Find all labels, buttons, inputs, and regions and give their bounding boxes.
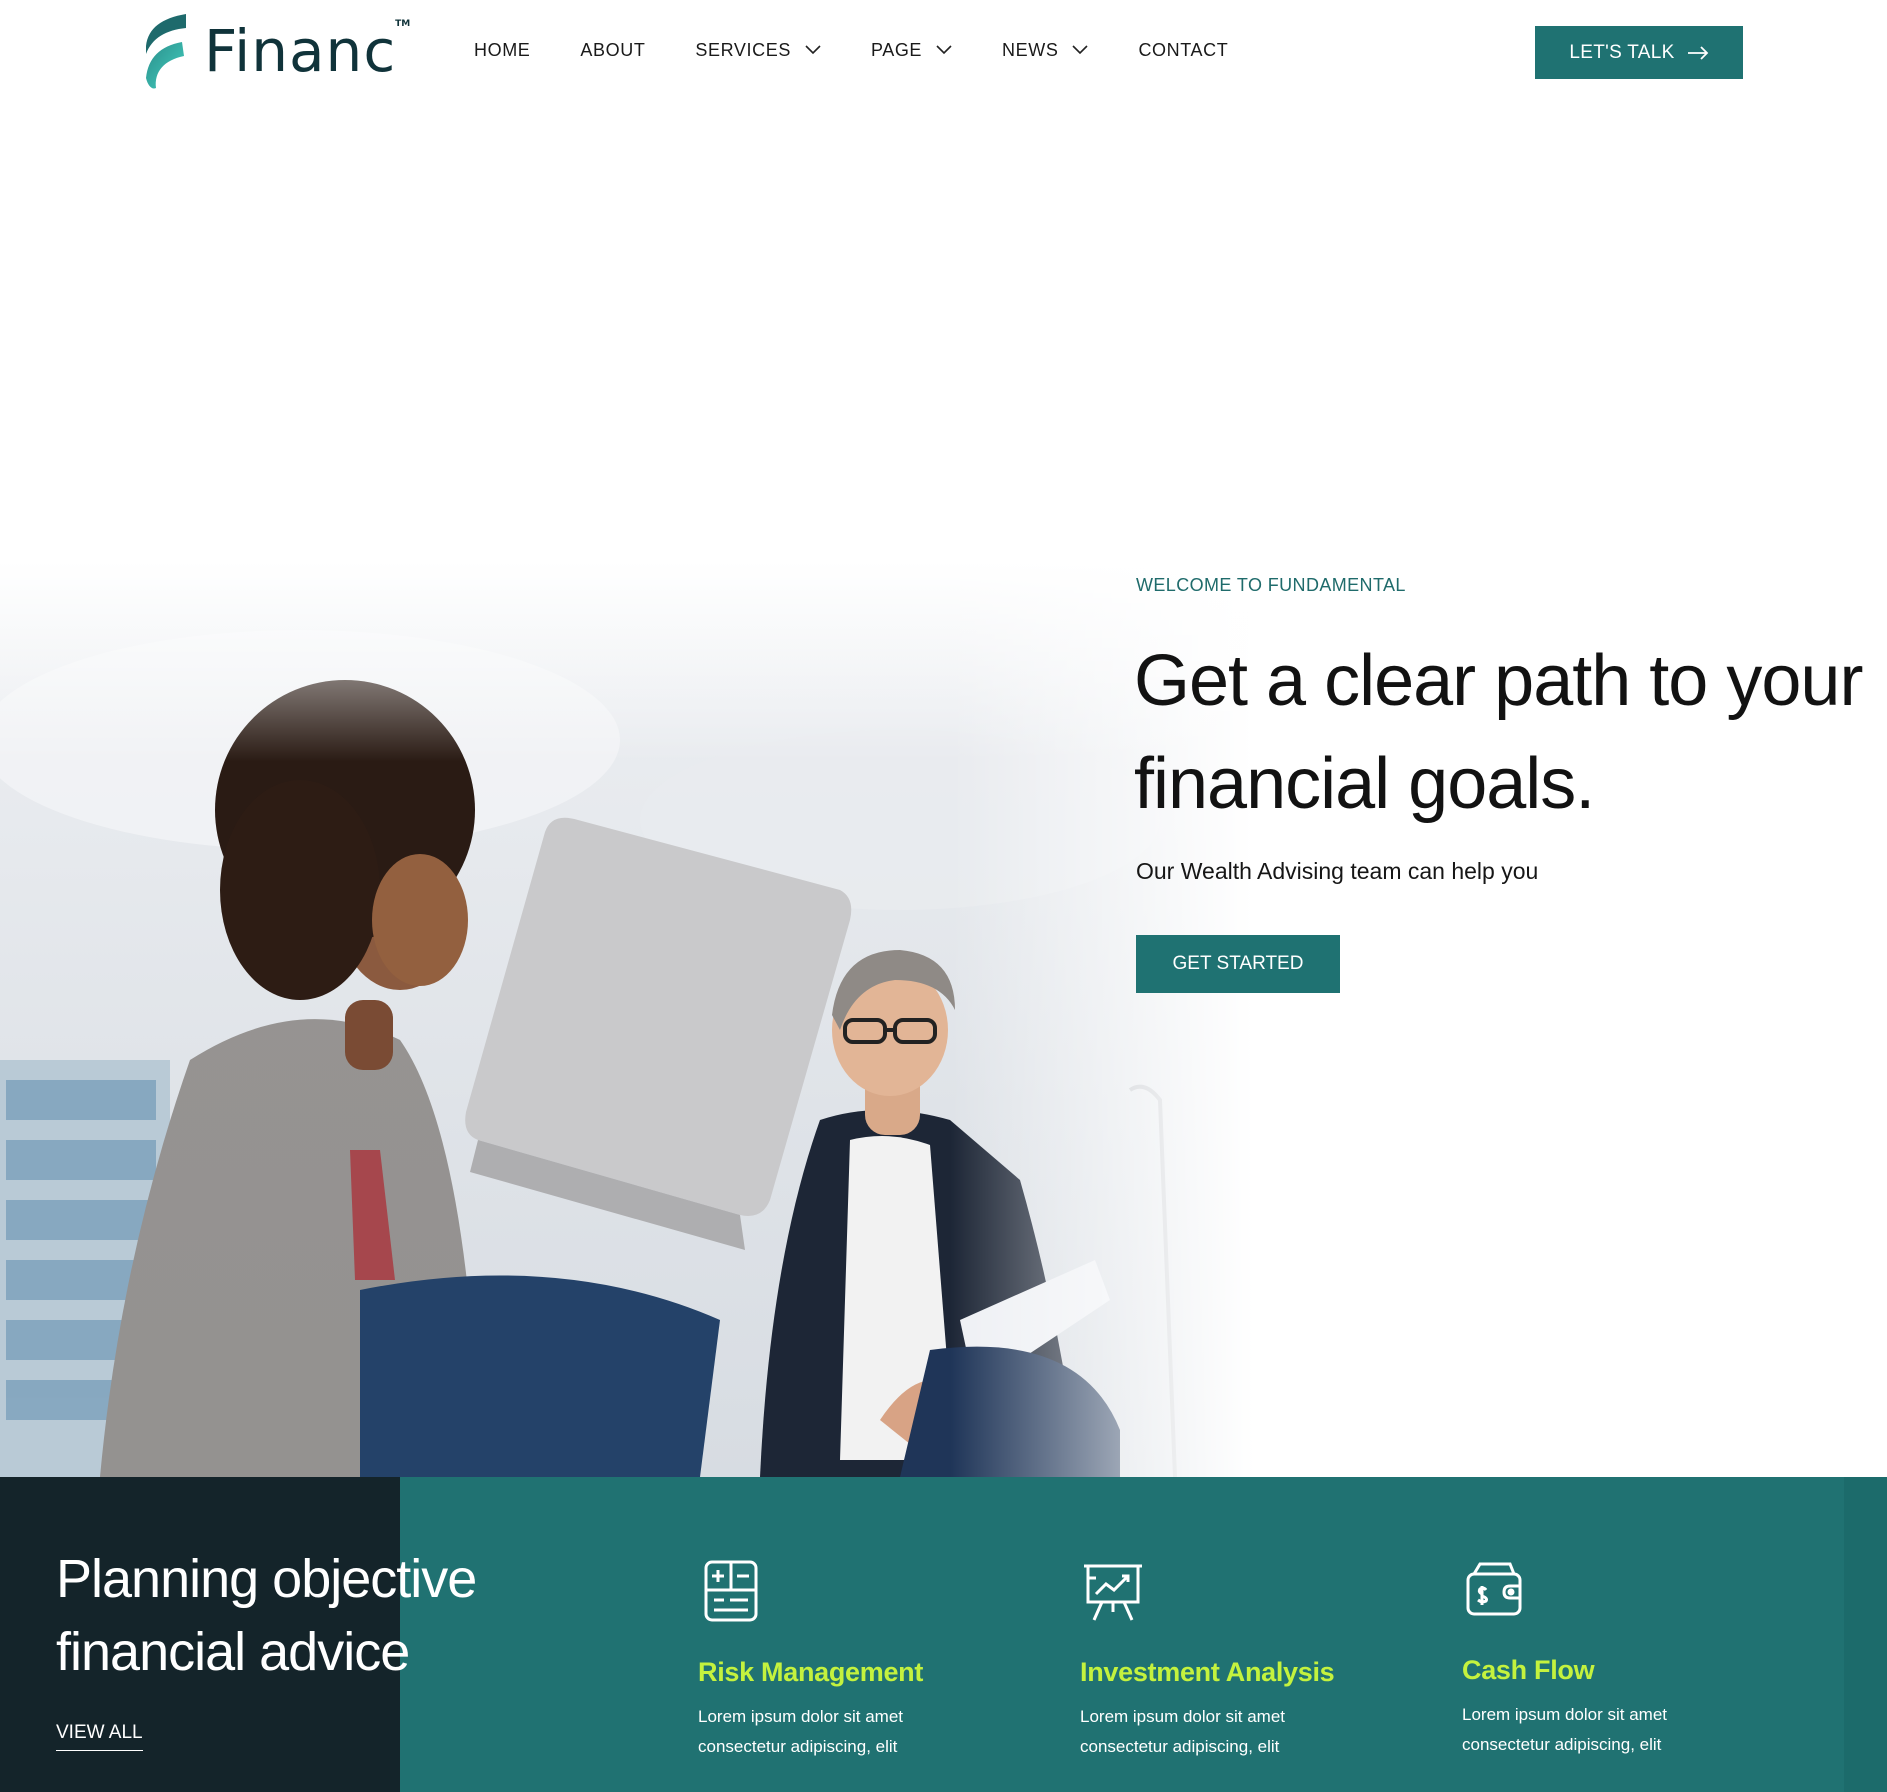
chevron-down-icon xyxy=(805,45,821,55)
hero-kicker: WELCOME TO FUNDAMENTAL xyxy=(1136,575,1406,595)
hero-title: Get a clear path to your financial goals… xyxy=(1134,641,1863,824)
service-title: Investment Analysis xyxy=(1080,1657,1335,1687)
lets-talk-label: LET'S TALK xyxy=(1569,41,1675,63)
service-card-investment-analysis[interactable]: Investment Analysis Lorem ipsum dolor si… xyxy=(1080,1560,1400,1762)
nav-item-label: PAGE xyxy=(870,39,923,60)
logo[interactable]: Financ TM xyxy=(142,12,410,90)
service-card-cash-flow[interactable]: Cash Flow Lorem ipsum dolor sit amet con… xyxy=(1462,1558,1782,1760)
view-all-link[interactable]: VIEW ALL xyxy=(56,1722,143,1751)
brand-name: Financ xyxy=(204,17,397,85)
nav-item-services[interactable]: SERVICES xyxy=(695,40,821,61)
calculator-list-icon xyxy=(704,1560,758,1622)
lets-talk-button[interactable]: LET'S TALK xyxy=(1535,26,1743,79)
nav-item-news[interactable]: NEWS xyxy=(1002,39,1089,61)
nav-item-about[interactable]: ABOUT xyxy=(580,40,645,61)
nav-item-label: SERVICES xyxy=(695,39,791,60)
nav-item-contact[interactable]: CONTACT xyxy=(1138,40,1228,61)
band-edge-panel xyxy=(1844,1477,1887,1792)
nav-item-label: CONTACT xyxy=(1138,39,1229,60)
get-started-button[interactable]: GET STARTED xyxy=(1136,935,1340,993)
site-header: Financ TM HOME ABOUT SERVICES PAGE NEWS … xyxy=(0,0,1887,110)
service-text: Lorem ipsum dolor sit amet consectetur a… xyxy=(1080,1707,1286,1756)
arrow-right-icon xyxy=(1687,45,1708,60)
service-text: Lorem ipsum dolor sit amet consectetur a… xyxy=(1462,1705,1668,1754)
chevron-down-icon xyxy=(936,45,952,55)
nav-item-label: ABOUT xyxy=(580,39,646,60)
nav-item-label: HOME xyxy=(474,39,531,60)
band-title: Planning objective financial advice xyxy=(56,1549,477,1682)
nav-item-home[interactable]: HOME xyxy=(474,40,530,61)
main-nav: HOME ABOUT SERVICES PAGE NEWS CONTACT xyxy=(474,38,1278,62)
service-title: Risk Management xyxy=(698,1657,924,1687)
nav-item-page[interactable]: PAGE xyxy=(871,40,952,61)
service-text: Lorem ipsum dolor sit amet consectetur a… xyxy=(698,1707,904,1756)
presentation-chart-icon xyxy=(1084,1564,1142,1621)
trademark-mark: TM xyxy=(395,19,411,29)
nav-item-label: NEWS xyxy=(1002,39,1059,60)
hero-illustration xyxy=(0,560,1300,1477)
logo-text: Financ TM xyxy=(204,20,410,81)
chevron-down-icon xyxy=(1072,45,1089,55)
get-started-label: GET STARTED xyxy=(1172,953,1304,974)
hero-subtitle: Our Wealth Advising team can help you xyxy=(1136,858,1539,884)
hero-photo xyxy=(0,560,1300,1477)
wallet-icon xyxy=(1466,1562,1522,1616)
service-card-risk-management[interactable]: Risk Management Lorem ipsum dolor sit am… xyxy=(698,1560,1018,1762)
logo-mark-icon xyxy=(146,14,186,89)
service-title: Cash Flow xyxy=(1462,1655,1595,1685)
